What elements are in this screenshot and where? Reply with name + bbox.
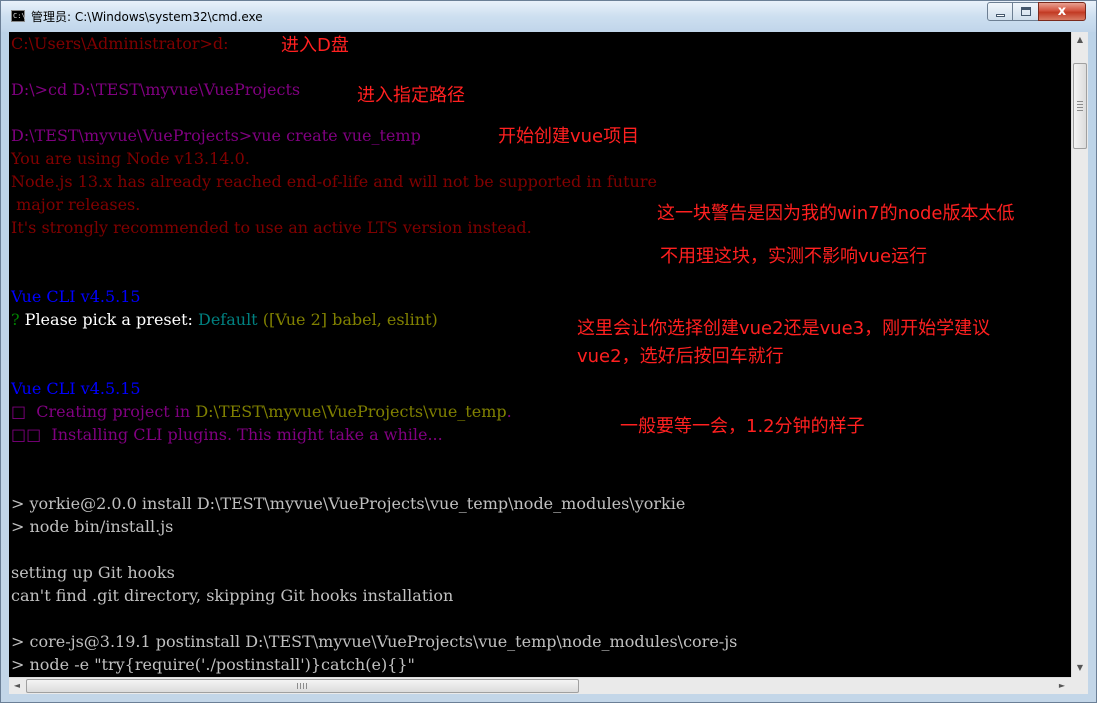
annotation-enter-d-drive: 进入D盘 [281, 35, 349, 56]
vertical-scrollbar[interactable]: ▲ ▼ [1071, 32, 1088, 677]
console-line: can't find .git directory, skipping Git … [11, 584, 453, 607]
annotation-create-project: 开始创建vue项目 [498, 126, 640, 147]
minimize-icon [996, 14, 1005, 17]
horizontal-scrollbar[interactable]: ◄ ► [9, 677, 1071, 694]
scroll-down-arrow-icon[interactable]: ▼ [1072, 660, 1088, 676]
console-line: > yorkie@2.0.0 install D:\TEST\myvue\Vue… [11, 492, 685, 515]
console-line: Vue CLI v4.5.15 [11, 377, 141, 400]
console-output[interactable]: C:\Users\Administrator>d: D:\>cd D:\TEST… [9, 32, 1071, 677]
console-line: D:\>cd D:\TEST\myvue\VueProjects [11, 78, 300, 101]
console-text-segment: Default [198, 310, 263, 329]
annotation-wait: 一般要等一会，1.2分钟的样子 [620, 416, 865, 437]
console-line: □ Creating project in D:\TEST\myvue\VueP… [11, 400, 512, 423]
console-text-segment: major releases. [11, 195, 141, 214]
console-line: You are using Node v13.14.0. [11, 147, 250, 170]
console-line: Vue CLI v4.5.15 [11, 285, 141, 308]
console-text-segment: . [506, 402, 512, 421]
console-line: setting up Git hooks [11, 561, 175, 584]
console-line: □□ Installing CLI plugins. This might ta… [11, 423, 443, 446]
close-icon: x [1057, 4, 1067, 19]
console-line: > node -e "try{require('./postinstall')}… [11, 653, 415, 676]
console-line: > core-js@3.19.1 postinstall D:\TEST\myv… [11, 630, 737, 653]
annotation-ignore-warning: 不用理这块，实测不影响vue运行 [660, 246, 928, 267]
console-text-segment: ? [11, 310, 25, 329]
console-text-segment: It's strongly recommended to use an acti… [11, 218, 532, 237]
scroll-up-arrow-icon[interactable]: ▲ [1072, 32, 1088, 48]
horizontal-scroll-thumb[interactable] [26, 679, 579, 693]
console-text-segment: > core-js@3.19.1 postinstall D:\TEST\myv… [11, 632, 738, 651]
maximize-button[interactable] [1012, 2, 1039, 21]
maximize-icon [1021, 7, 1031, 16]
console-text-segment: setting up Git hooks [11, 563, 175, 582]
console-text-segment: Node.js 13.x has already reached end-of-… [11, 172, 657, 191]
console-line: D:\TEST\myvue\VueProjects>vue create vue… [11, 124, 421, 147]
console-text-segment: ([Vue 2] babel, eslint) [262, 310, 438, 329]
scrollbar-corner [1071, 677, 1088, 694]
console-line: C:\Users\Administrator>d: [11, 32, 229, 55]
console-text-segment: D:\TEST\myvue\VueProjects\vue_temp [195, 402, 507, 421]
console-text-segment: Vue CLI v4.5.15 [11, 379, 141, 398]
cmd-icon[interactable]: C:\ [11, 10, 26, 22]
minimize-button[interactable] [987, 2, 1013, 21]
console-line: ? Please pick a preset: Default ([Vue 2]… [11, 308, 438, 331]
scroll-right-arrow-icon[interactable]: ► [1054, 678, 1070, 694]
console-line: major releases. [11, 193, 140, 216]
console-text-segment: You are using Node v13.14.0. [11, 149, 250, 168]
annotation-node-warning: 这一块警告是因为我的win7的node版本太低 [657, 203, 1015, 224]
scroll-left-arrow-icon[interactable]: ◄ [9, 678, 25, 694]
console-text-segment: > yorkie@2.0.0 install D:\TEST\myvue\Vue… [11, 494, 686, 513]
console-line: > node bin/install.js [11, 515, 173, 538]
console-text-segment: Vue CLI v4.5.15 [11, 287, 141, 306]
console-text-segment: □□ Installing CLI plugins. This might ta… [11, 425, 443, 444]
annotation-choose-version: 这里会让你选择创建vue2还是vue3，刚开始学建议 [577, 318, 991, 339]
console-text-segment: > node -e "try{require('./postinstall')}… [11, 655, 415, 674]
cmd-window: C:\ 管理员: C:\Windows\system32\cmd.exe x C… [0, 0, 1097, 703]
console-text-segment: □ Creating project in [11, 402, 196, 421]
window-title: 管理员: C:\Windows\system32\cmd.exe [31, 10, 263, 24]
console-text-segment: can't find .git directory, skipping Git … [11, 586, 454, 605]
console-text-segment: C:\Users\Administrator>d: [11, 34, 229, 53]
console-text-segment: > node bin/install.js [11, 517, 174, 536]
vertical-scroll-thumb[interactable] [1073, 63, 1087, 149]
close-button[interactable]: x [1038, 2, 1086, 21]
console-line: It's strongly recommended to use an acti… [11, 216, 532, 239]
console-line: Node.js 13.x has already reached end-of-… [11, 170, 657, 193]
title-bar[interactable]: C:\ 管理员: C:\Windows\system32\cmd.exe x [1, 1, 1096, 32]
console-text-segment: Please pick a preset: [24, 310, 198, 329]
annotation-choose-version-2: vue2，选好后按回车就行 [577, 346, 784, 367]
annotation-enter-path: 进入指定路径 [357, 85, 465, 106]
console-text-segment: D:\TEST\myvue\VueProjects>vue create vue… [11, 126, 421, 145]
console-text-segment: D:\>cd D:\TEST\myvue\VueProjects [11, 80, 301, 99]
